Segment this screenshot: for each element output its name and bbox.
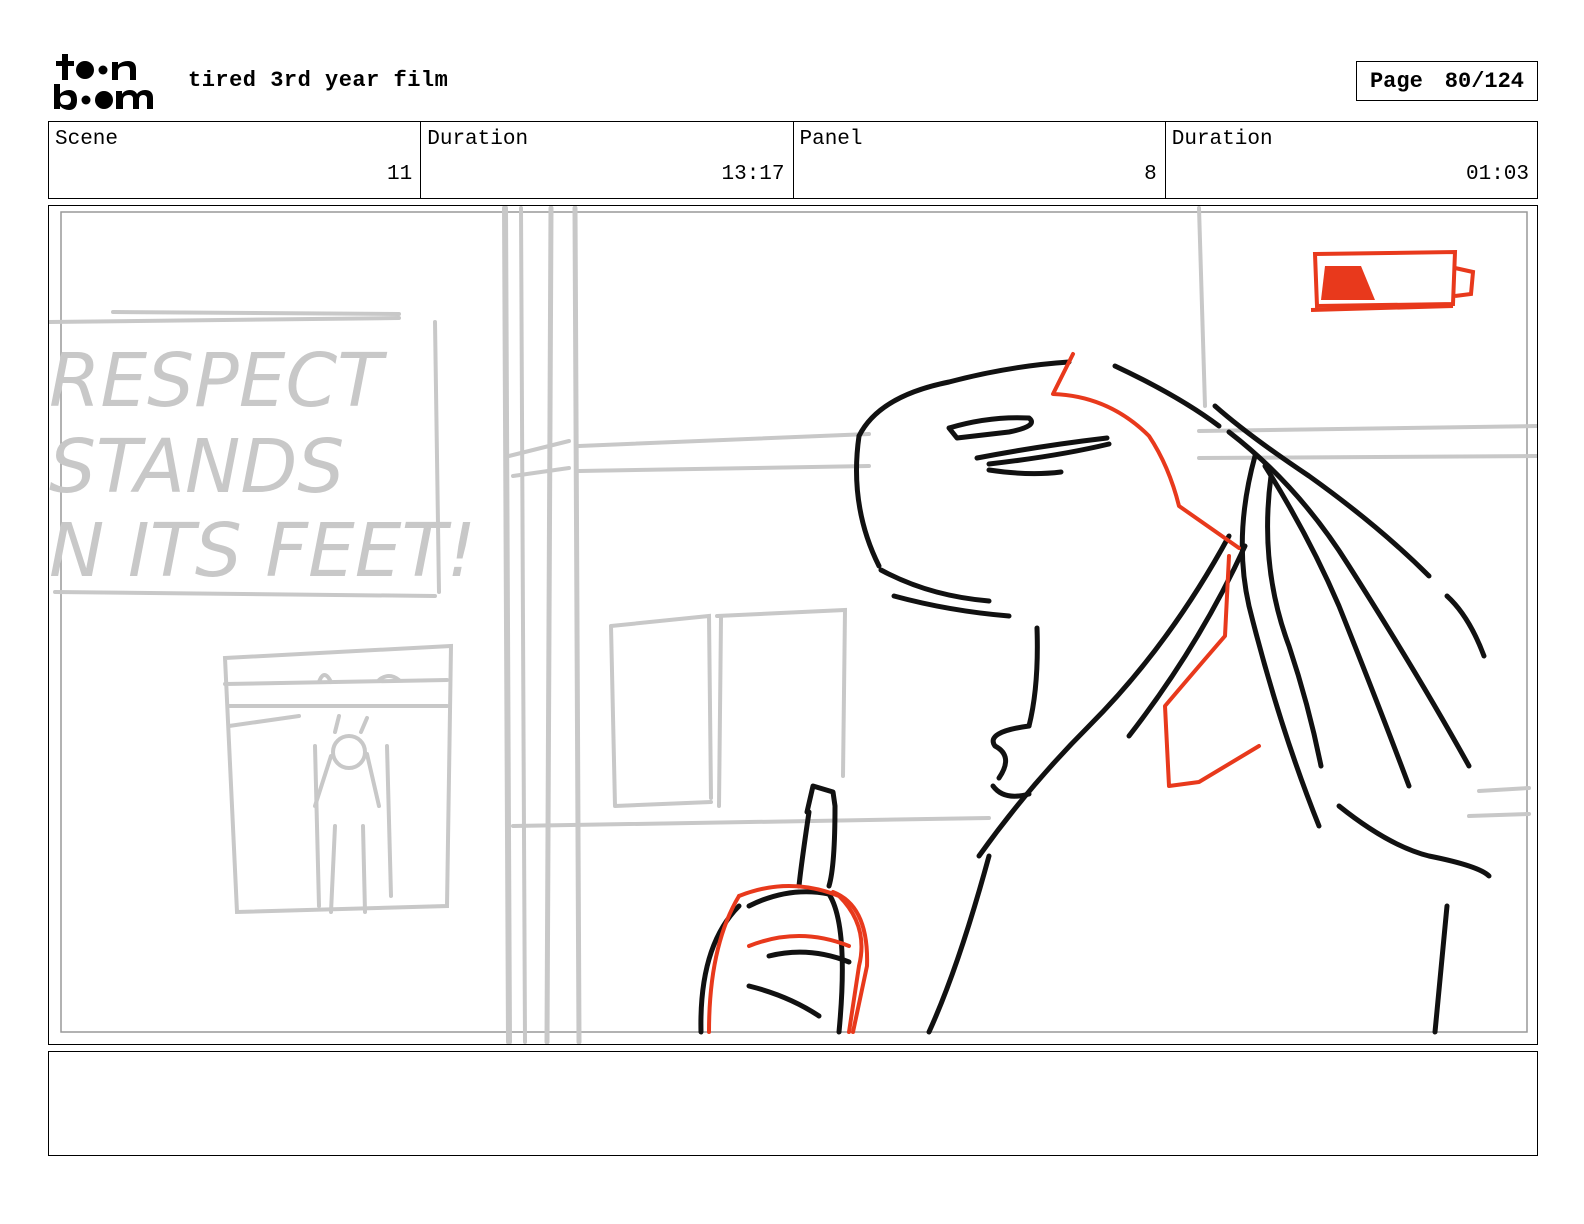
panel-notes: [48, 1051, 1538, 1156]
panel-duration-value: 01:03: [1465, 163, 1529, 186]
rabbit-character: [698, 359, 1492, 1035]
scene-duration-value: 13:17: [721, 163, 785, 186]
toon-boom-logo: [54, 54, 153, 110]
document-title: tired 3rd year film: [188, 68, 449, 93]
panel-cell: Panel 8: [794, 122, 1166, 198]
scene-info-row: Scene 11 Duration 13:17 Panel 8 Duration…: [48, 121, 1538, 199]
poster-text: RESPECT STANDS N ITS FEET!: [49, 338, 476, 594]
background-sketch: [49, 206, 1537, 1044]
panel-label: Panel: [799, 128, 863, 151]
poster-line-3: N ITS FEET!: [49, 508, 476, 594]
page-number: 80/124: [1444, 68, 1525, 94]
page-label: Page: [1369, 68, 1423, 94]
storyboard-panel: RESPECT STANDS N ITS FEET!: [48, 205, 1538, 1045]
scene-label: Scene: [55, 128, 119, 151]
panel-value: 8: [1144, 163, 1157, 186]
panel-duration-label: Duration: [1171, 128, 1273, 151]
panel-drawing: RESPECT STANDS N ITS FEET!: [49, 206, 1537, 1044]
scene-duration-cell: Duration 13:17: [421, 122, 794, 198]
page-indicator: Page 80/124: [1356, 61, 1538, 101]
scene-cell: Scene 11: [49, 122, 422, 198]
poster-line-1: RESPECT: [49, 338, 388, 424]
panel-duration-cell: Duration 01:03: [1166, 122, 1537, 198]
low-battery-icon: [1310, 249, 1476, 312]
scene-value: 11: [387, 163, 413, 186]
scene-duration-label: Duration: [427, 128, 529, 151]
poster-line-2: STANDS: [49, 424, 344, 510]
